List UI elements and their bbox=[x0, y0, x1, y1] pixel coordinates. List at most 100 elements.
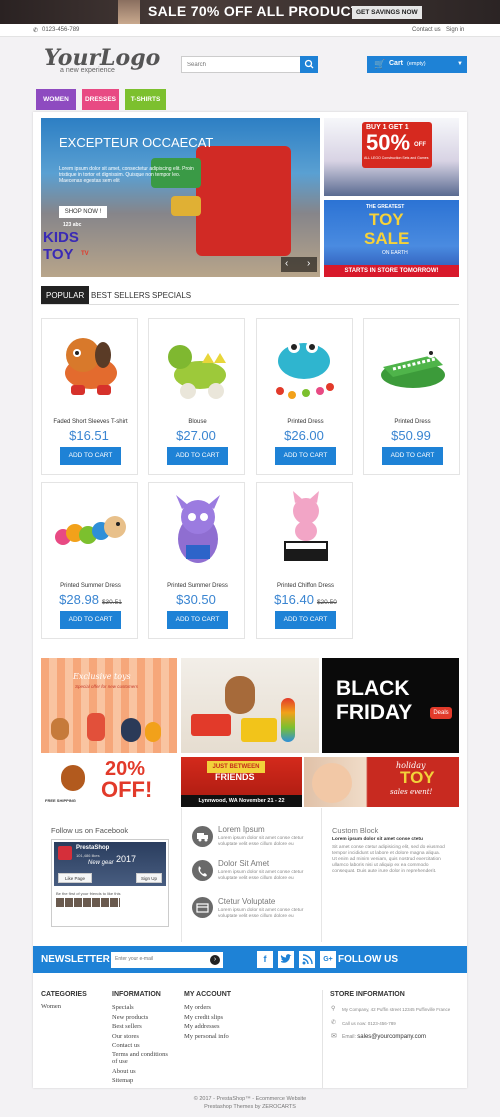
newsletter-submit-icon[interactable]: › bbox=[210, 955, 220, 965]
product-name[interactable]: Printed Dress bbox=[257, 419, 354, 425]
product-image-crocodile[interactable] bbox=[373, 325, 451, 405]
exclusive-toys-banner[interactable]: Exclusive toys Special offer for new cus… bbox=[41, 658, 177, 753]
add-to-cart-button[interactable]: ADD TO CART bbox=[60, 611, 121, 629]
google-plus-icon[interactable]: G+ bbox=[320, 951, 336, 968]
add-to-cart-button[interactable]: ADD TO CART bbox=[167, 611, 228, 629]
product-price: $50.99 bbox=[391, 428, 431, 443]
product-image-dinosaur[interactable] bbox=[158, 325, 236, 405]
twitter-icon[interactable] bbox=[278, 951, 294, 968]
product-name[interactable]: Printed Dress bbox=[364, 419, 461, 425]
bogo-small: ALL LEGO Construction Sets and Games bbox=[364, 156, 429, 160]
promo-model-image bbox=[118, 0, 140, 24]
deals-badge: Deals bbox=[430, 707, 452, 719]
product-image-hippo[interactable] bbox=[266, 325, 344, 405]
menu-item-women[interactable]: WOMEN bbox=[36, 89, 76, 110]
product-name[interactable]: Blouse bbox=[149, 419, 246, 425]
product-image-cat-piano[interactable] bbox=[266, 489, 344, 569]
tab-popular[interactable]: POPULAR bbox=[41, 286, 90, 305]
tabs-divider bbox=[41, 304, 459, 305]
product-image-alien[interactable] bbox=[158, 489, 236, 569]
just-between-friends-banner[interactable]: JUST BETWEEN FRIENDS Lynnwood, WA Novemb… bbox=[181, 757, 302, 807]
product-card[interactable]: Faded Short Sleeves T-shirt $16.51 ADD T… bbox=[41, 318, 138, 475]
kids-tv-top: 123 abc bbox=[63, 222, 82, 228]
toy-car-image bbox=[171, 196, 201, 216]
feature-text: Lorem ipsum dolor sit amet conse ctetur … bbox=[218, 870, 304, 881]
like-page-button[interactable]: Like Page bbox=[58, 873, 92, 883]
footer-account-link[interactable]: My orders bbox=[184, 1004, 211, 1011]
product-card[interactable]: Printed Chiffon Dress $16.40 $20.50 ADD T… bbox=[256, 482, 353, 639]
shop-now-button[interactable]: SHOP NOW ! bbox=[59, 206, 107, 218]
footer-info-link[interactable]: Specials bbox=[112, 1004, 134, 1011]
product-name[interactable]: Printed Summer Dress bbox=[149, 583, 246, 589]
footer-info-link[interactable]: About us bbox=[112, 1068, 136, 1075]
add-to-cart-button[interactable]: ADD TO CART bbox=[382, 447, 443, 465]
add-to-cart-button[interactable]: ADD TO CART bbox=[167, 447, 228, 465]
kids-tv-toy: TOY bbox=[43, 246, 74, 263]
tab-best-sellers[interactable]: BEST SELLERS bbox=[86, 286, 155, 305]
chevron-left-icon[interactable]: ‹ bbox=[285, 258, 288, 269]
footer-info-link[interactable]: Best sellers bbox=[112, 1023, 142, 1030]
black-friday-banner[interactable]: BLACK FRIDAY Deals bbox=[322, 658, 459, 753]
get-savings-button[interactable]: GET SAVINGS NOW bbox=[352, 6, 422, 19]
chevron-right-icon[interactable]: › bbox=[307, 258, 310, 269]
black-friday-line1: BLACK bbox=[336, 677, 410, 700]
custom-block-title: Custom Block bbox=[332, 826, 379, 835]
product-name[interactable]: Faded Short Sleeves T-shirt bbox=[42, 419, 139, 425]
menu-item-tshirts[interactable]: T-SHIRTS bbox=[125, 89, 166, 110]
product-image-caterpillar[interactable] bbox=[51, 489, 129, 569]
store-email-link[interactable]: sales@yourcompany.com bbox=[357, 1034, 426, 1040]
promo-banner[interactable]: SALE 70% OFF ALL PRODUCTS GET SAVINGS NO… bbox=[0, 0, 500, 24]
facebook-widget[interactable]: PrestaShop 101,486 likes 2017 New gear L… bbox=[51, 839, 169, 927]
slider-arrows[interactable]: ‹ › bbox=[281, 257, 317, 272]
footer-account-link[interactable]: My personal info bbox=[184, 1033, 229, 1040]
phone-icon: ✆ bbox=[33, 28, 39, 34]
product-name[interactable]: Printed Chiffon Dress bbox=[257, 583, 354, 589]
facebook-page-name[interactable]: PrestaShop bbox=[76, 845, 109, 851]
product-image-dog[interactable] bbox=[51, 325, 129, 405]
custom-block-text: Sit amet conse ctetur adipisicing elit, … bbox=[332, 845, 445, 874]
add-to-cart-button[interactable]: ADD TO CART bbox=[275, 611, 336, 629]
holiday-toy-banner[interactable]: holiday TOY sales event! bbox=[304, 757, 459, 807]
add-to-cart-button[interactable]: ADD TO CART bbox=[60, 447, 121, 465]
hero-slider[interactable]: EXCEPTEUR OCCAECAT Lorem ipsum dolor sit… bbox=[41, 118, 320, 277]
menu-item-dresses[interactable]: DRESSES bbox=[82, 89, 119, 110]
phone-icon bbox=[192, 860, 213, 881]
footer-category-link[interactable]: Women bbox=[41, 1003, 61, 1010]
product-card[interactable]: Printed Dress $26.00 ADD TO CART bbox=[256, 318, 353, 475]
chevron-down-icon: ▼ bbox=[457, 61, 463, 67]
newsletter-email-input[interactable] bbox=[111, 952, 201, 966]
footer-info-link[interactable]: Sitemap bbox=[112, 1077, 133, 1084]
product-card[interactable]: Printed Summer Dress $28.98 $30.51 ADD TO… bbox=[41, 482, 138, 639]
add-to-cart-button[interactable]: ADD TO CART bbox=[275, 447, 336, 465]
product-price: $27.00 bbox=[176, 428, 216, 443]
signin-link[interactable]: Sign in bbox=[446, 27, 464, 33]
product-card[interactable]: Blouse $27.00 ADD TO CART bbox=[148, 318, 245, 475]
cart-button[interactable]: 🛒 Cart (empty) ▼ bbox=[367, 56, 467, 73]
contact-link[interactable]: Contact us bbox=[412, 27, 441, 33]
product-name[interactable]: Printed Summer Dress bbox=[42, 583, 139, 589]
buy-one-get-one-banner[interactable]: BUY 1 GET 1 50% OFF ALL LEGO Constructio… bbox=[324, 118, 459, 196]
footer-info-link[interactable]: Our stores bbox=[112, 1033, 139, 1040]
footer-account-link[interactable]: My credit slips bbox=[184, 1014, 223, 1021]
follow-us-title: FOLLOW US bbox=[338, 954, 398, 965]
signup-button[interactable]: Sign Up bbox=[136, 873, 162, 883]
product-card[interactable]: Printed Summer Dress $30.50 ADD TO CART bbox=[148, 482, 245, 639]
top-nav: ✆ 0123-456-789 Contact us Sign in bbox=[0, 24, 500, 37]
copyright-line2: Prestashop Themes by ZEROCARTS bbox=[204, 1104, 296, 1110]
product-price: $16.40 $20.50 bbox=[274, 592, 337, 607]
footer-account-link[interactable]: My addresses bbox=[184, 1023, 220, 1030]
rss-icon[interactable] bbox=[299, 951, 315, 968]
footer-info-link[interactable]: New products bbox=[112, 1014, 148, 1021]
custom-block-bold: Lorem ipsum dolor sit amet conse ctetu bbox=[332, 837, 423, 842]
search-input[interactable] bbox=[182, 57, 297, 72]
search-button[interactable] bbox=[300, 56, 318, 73]
footer-info-link[interactable]: Terms and conditions of use bbox=[112, 1051, 174, 1065]
product-card[interactable]: Printed Dress $50.99 ADD TO CART bbox=[363, 318, 460, 475]
tab-specials[interactable]: SPECIALS bbox=[147, 286, 196, 305]
twenty-off-banner[interactable]: 20% OFF! FREE SHIPPING bbox=[41, 757, 177, 807]
facebook-icon[interactable]: f bbox=[257, 951, 273, 968]
toy-sale-banner[interactable]: THE GREATEST TOY SALE ON EARTH STARTS IN… bbox=[324, 200, 459, 277]
footer-info-link[interactable]: Contact us bbox=[112, 1042, 140, 1049]
toy-sale-line3: SALE bbox=[364, 229, 410, 248]
teddy-toys-banner[interactable] bbox=[181, 658, 319, 753]
